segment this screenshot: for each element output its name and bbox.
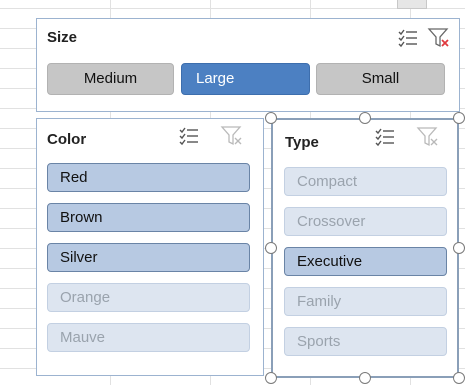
type-slicer-header[interactable]: Type — [273, 120, 457, 156]
color-slicer[interactable]: Color Red Brown Silver Orange Mauve — [36, 118, 264, 376]
type-item-crossover[interactable]: Crossover — [284, 207, 447, 236]
color-slicer-title: Color — [47, 131, 87, 148]
type-item-executive[interactable]: Executive — [284, 247, 447, 276]
clear-filter-icon[interactable] — [220, 125, 244, 147]
color-slicer-header[interactable]: Color — [37, 119, 263, 155]
size-item-medium[interactable]: Medium — [47, 63, 174, 95]
color-item-silver[interactable]: Silver — [47, 243, 250, 272]
multi-select-icon[interactable] — [396, 27, 420, 49]
type-item-sports[interactable]: Sports — [284, 327, 447, 356]
size-slicer-title: Size — [47, 29, 78, 46]
type-slicer[interactable]: Type Compact Crossover Executive Family … — [271, 118, 459, 378]
worksheet-shape-stub — [397, 0, 427, 9]
resize-handle-bottom-right[interactable] — [453, 372, 465, 384]
type-item-family[interactable]: Family — [284, 287, 447, 316]
color-item-mauve[interactable]: Mauve — [47, 323, 250, 352]
resize-handle-top-middle[interactable] — [359, 112, 371, 124]
multi-select-icon[interactable] — [177, 125, 201, 147]
color-item-brown[interactable]: Brown — [47, 203, 250, 232]
type-slicer-title: Type — [285, 134, 319, 151]
type-item-compact[interactable]: Compact — [284, 167, 447, 196]
clear-filter-icon[interactable] — [416, 126, 440, 148]
color-item-orange[interactable]: Orange — [47, 283, 250, 312]
resize-handle-bottom-left[interactable] — [265, 372, 277, 384]
resize-handle-middle-right[interactable] — [453, 242, 465, 254]
resize-handle-top-right[interactable] — [453, 112, 465, 124]
resize-handle-middle-left[interactable] — [265, 242, 277, 254]
size-item-large[interactable]: Large — [181, 63, 310, 95]
resize-handle-bottom-middle[interactable] — [359, 372, 371, 384]
resize-handle-top-left[interactable] — [265, 112, 277, 124]
multi-select-icon[interactable] — [373, 126, 397, 148]
clear-filter-icon[interactable] — [427, 27, 451, 49]
color-item-red[interactable]: Red — [47, 163, 250, 192]
size-item-small[interactable]: Small — [316, 63, 445, 95]
size-slicer-header[interactable]: Size — [37, 19, 459, 55]
size-slicer[interactable]: Size Medium Large Small — [36, 18, 460, 112]
